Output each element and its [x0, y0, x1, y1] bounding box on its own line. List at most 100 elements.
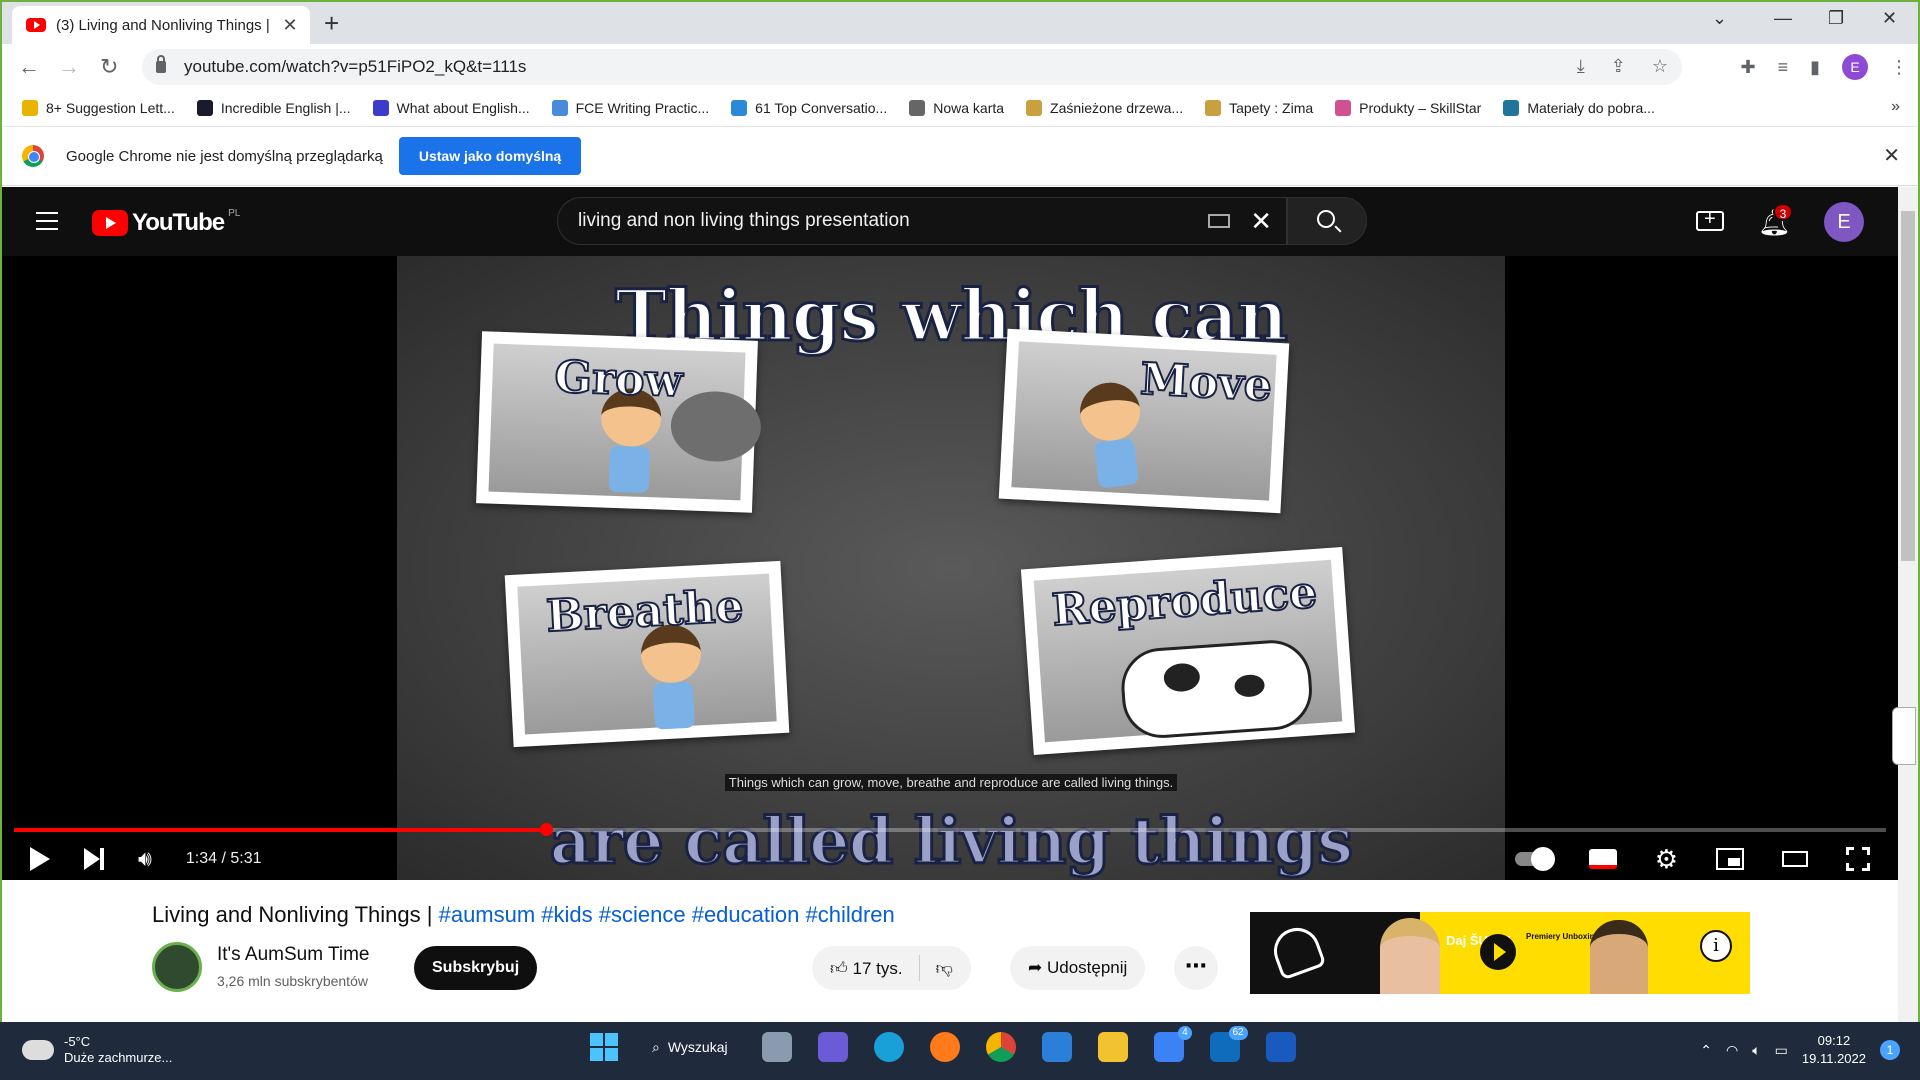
autoplay-toggle[interactable] — [1514, 847, 1555, 871]
back-icon[interactable]: ← — [18, 54, 40, 80]
new-tab-icon[interactable]: + — [324, 8, 339, 39]
bookmark-star-icon[interactable]: ☆ — [1652, 56, 1668, 77]
show-hidden-icons-icon[interactable]: ⌃ — [1700, 1042, 1712, 1059]
bookmark-item[interactable]: Produkty – SkillStar — [1335, 100, 1481, 116]
hamburger-menu-icon[interactable] — [36, 212, 58, 230]
chrome-icon[interactable] — [985, 1032, 1016, 1062]
scrollbar-thumb[interactable] — [1901, 211, 1915, 561]
channel-avatar[interactable] — [152, 942, 202, 992]
thumbs-down-icon[interactable]: 👎︎ — [936, 958, 953, 979]
infobar-close-icon[interactable]: ✕ — [1883, 143, 1900, 168]
battery-icon[interactable]: ▭ — [1775, 1042, 1788, 1059]
windows-start-icon[interactable] — [590, 1033, 618, 1061]
play-icon[interactable] — [30, 847, 50, 871]
clear-search-icon[interactable]: ✕ — [1250, 206, 1272, 237]
video-title-text: Living and Nonliving Things | — [152, 902, 439, 927]
browser-toolbar: ← → ↻ youtube.com/watch?v=p51FiPO2_kQ&t=… — [2, 44, 1918, 90]
share-icon[interactable]: ⇪ — [1611, 56, 1626, 77]
scrubber-knob[interactable] — [539, 823, 553, 836]
channel-name[interactable]: It's AumSum Time — [217, 944, 370, 966]
create-video-icon[interactable] — [1696, 208, 1724, 231]
extensions-icon[interactable]: ✚ — [1740, 57, 1755, 78]
profile-avatar[interactable]: E — [1842, 54, 1868, 80]
weather-widget[interactable]: -5°C Duże zachmurze... — [18, 1032, 173, 1066]
like-button[interactable]: 👍︎ 17 tys. — [830, 958, 903, 979]
ad-banner[interactable]: Daj ŠUBA! Premiery Unboxingi Konkursy! i — [1250, 912, 1750, 994]
bookmark-item[interactable]: Incredible English |... — [196, 100, 351, 116]
reload-icon[interactable]: ↻ — [100, 54, 118, 80]
task-view-icon[interactable] — [761, 1032, 792, 1062]
clock[interactable]: 09:12 19.11.2022 — [1802, 1032, 1866, 1068]
bookmarks-overflow-icon[interactable]: » — [1891, 98, 1900, 116]
bookmark-label: Incredible English |... — [220, 100, 351, 116]
firefox-icon[interactable] — [929, 1032, 960, 1062]
search-query: living and non living things presentatio… — [578, 210, 910, 231]
cloud-sun-icon — [18, 1032, 54, 1060]
word-icon[interactable] — [1265, 1032, 1296, 1062]
search-input[interactable]: living and non living things presentatio… — [557, 197, 1287, 245]
tab-search-icon[interactable]: ⌄ — [1712, 8, 1727, 29]
set-default-button[interactable]: Ustaw jako domyślną — [398, 137, 582, 175]
progress-bar[interactable] — [14, 823, 1886, 836]
bookmark-item[interactable]: What about English... — [372, 100, 530, 116]
ad-info-icon[interactable]: i — [1700, 930, 1732, 962]
bookmark-item[interactable]: Tapety : Zima — [1205, 100, 1313, 116]
outlook-icon[interactable]: 62 — [1209, 1026, 1248, 1062]
tab-youtube[interactable]: (3) Living and Nonliving Things | ✕ — [12, 6, 310, 44]
miniplayer-icon[interactable] — [1716, 848, 1744, 870]
forward-icon[interactable]: → — [58, 54, 80, 80]
theater-mode-icon[interactable] — [1782, 851, 1808, 867]
weather-condition: Duże zachmurze... — [64, 1050, 173, 1065]
extension-sidebar-icon[interactable] — [1892, 707, 1916, 765]
reading-list-icon[interactable]: ≡ — [1778, 57, 1789, 78]
taskbar-apps: ⌕ Wyszukaj 4 62 — [590, 1026, 1296, 1062]
bookmark-item[interactable]: Nowa karta — [909, 100, 1004, 116]
bookmark-item[interactable]: 8+ Suggestion Lett... — [22, 100, 175, 116]
card-label: Breathe — [544, 580, 746, 643]
time-display: 1:34 / 5:31 — [185, 850, 262, 867]
bookmark-item[interactable]: Zaśnieżone drzewa... — [1026, 100, 1183, 116]
subscribe-button[interactable]: Subskrybuj — [414, 946, 538, 990]
restore-icon[interactable]: ❐ — [1828, 8, 1844, 29]
video-player[interactable]: Things which can Grow Move Breathe Repro… — [2, 256, 1900, 880]
tab-close-icon[interactable]: ✕ — [280, 15, 300, 36]
menu-icon[interactable]: ⋮ — [1890, 57, 1908, 78]
frame-card-reproduce: Reproduce — [1020, 546, 1356, 756]
page-scrollbar[interactable] — [1898, 187, 1918, 1022]
video-hashtags[interactable]: #aumsum #kids #science #education #child… — [439, 902, 895, 927]
minimize-icon[interactable]: — — [1774, 8, 1792, 29]
address-bar[interactable]: youtube.com/watch?v=p51FiPO2_kQ&t=111s ⤓… — [142, 49, 1682, 85]
close-window-icon[interactable]: ✕ — [1882, 8, 1897, 29]
youtube-wordmark: YouTube — [132, 209, 225, 236]
account-avatar[interactable]: E — [1824, 202, 1864, 242]
share-button[interactable]: ➦ Udostępnij — [1010, 946, 1146, 990]
bookmark-favicon-icon — [1503, 100, 1520, 116]
volume-icon[interactable]: 🔊︎ — [138, 846, 152, 872]
search-button[interactable] — [1287, 197, 1367, 245]
youtube-logo[interactable]: YouTube PL — [92, 208, 240, 237]
mail-icon[interactable] — [1041, 1032, 1072, 1062]
taskbar-search-button[interactable]: ⌕ Wyszukaj — [644, 1039, 736, 1056]
todo-icon[interactable]: 4 — [1153, 1026, 1192, 1062]
settings-gear-icon[interactable]: ⚙ — [1655, 844, 1678, 875]
keyboard-icon[interactable] — [1208, 214, 1231, 228]
install-icon[interactable]: ⤓ — [1577, 56, 1585, 77]
teams-chat-icon[interactable] — [817, 1032, 848, 1062]
file-explorer-icon[interactable] — [1097, 1032, 1128, 1062]
bookmark-label: FCE Writing Practic... — [575, 100, 710, 116]
bookmark-item[interactable]: 61 Top Conversatio... — [731, 100, 887, 116]
edge-icon[interactable] — [873, 1032, 904, 1062]
wifi-icon[interactable]: ◠ — [1726, 1042, 1738, 1059]
youtube-header: YouTube PL living and non living things … — [2, 187, 1900, 256]
notification-badge[interactable]: 1 — [1880, 1040, 1900, 1060]
side-panel-icon[interactable]: ▮ — [1810, 57, 1820, 78]
subtitles-icon[interactable] — [1588, 849, 1617, 869]
more-actions-icon[interactable]: ⋯ — [1174, 946, 1218, 990]
bookmark-item[interactable]: Materiały do pobra... — [1503, 100, 1655, 116]
card-label: Grow — [553, 351, 685, 408]
volume-tray-icon[interactable]: 🔈︎ — [1752, 1042, 1760, 1059]
fullscreen-icon[interactable] — [1846, 847, 1870, 871]
todo-badge: 4 — [1178, 1026, 1192, 1040]
bookmark-item[interactable]: FCE Writing Practic... — [551, 100, 710, 116]
next-video-icon[interactable] — [84, 848, 104, 870]
